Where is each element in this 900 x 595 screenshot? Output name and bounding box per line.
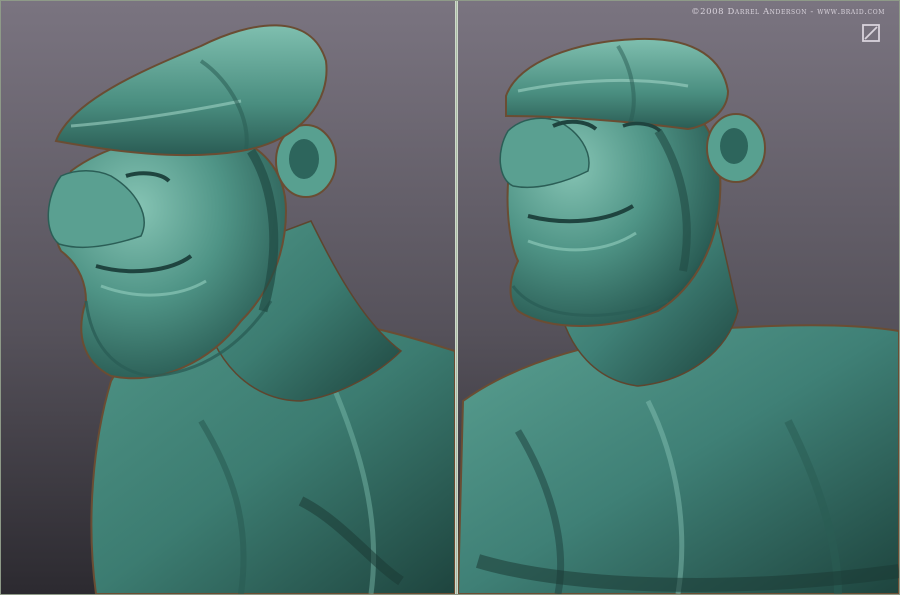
profile-bust-illustration xyxy=(1,1,455,594)
braid-logo-icon xyxy=(861,23,881,43)
three-quarter-bust-illustration xyxy=(458,1,899,594)
copyright-credit: ©2008 Darrel Anderson - www.braid.com xyxy=(691,7,885,17)
left-view-panel xyxy=(1,1,455,594)
image-frame: ©2008 Darrel Anderson - www.braid.com xyxy=(0,0,900,595)
right-view-panel: ©2008 Darrel Anderson - www.braid.com xyxy=(458,1,899,594)
